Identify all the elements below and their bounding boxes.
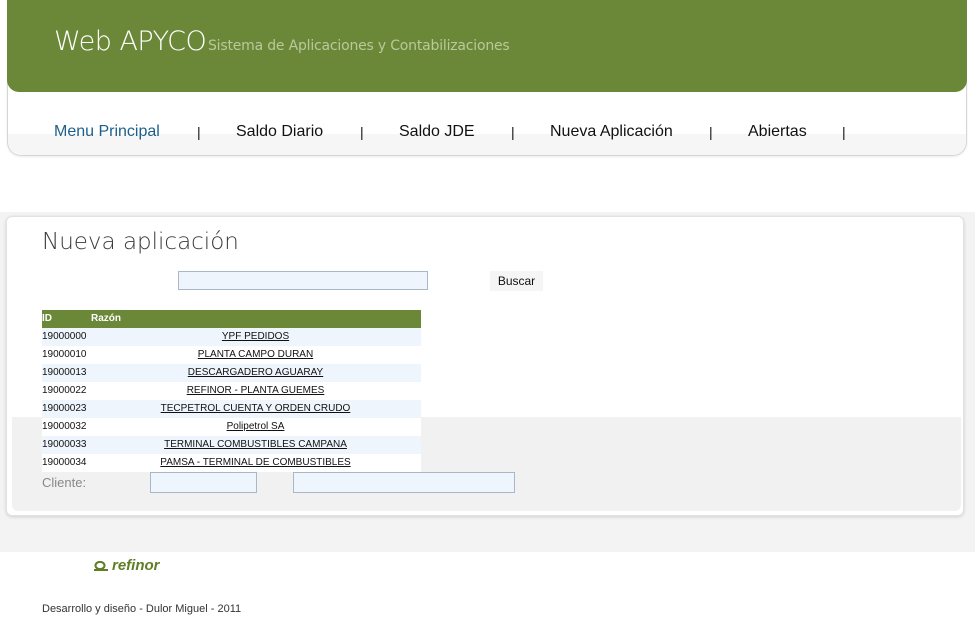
row-name-link[interactable]: REFINOR - PLANTA GUEMES bbox=[90, 385, 421, 396]
row-id: 19000022 bbox=[42, 385, 87, 396]
search-button[interactable]: Buscar bbox=[490, 271, 543, 291]
nav-separator: | bbox=[511, 124, 515, 140]
nav-nueva-aplicacion[interactable]: Nueva Aplicación bbox=[550, 123, 673, 141]
nav-saldo-diario[interactable]: Saldo Diario bbox=[236, 123, 323, 141]
table-row: 19000013 DESCARGADERO AGUARAY bbox=[42, 364, 421, 382]
nav-saldo-jde[interactable]: Saldo JDE bbox=[399, 123, 475, 141]
row-id: 19000033 bbox=[42, 439, 87, 450]
nav-separator: | bbox=[360, 124, 364, 140]
nav-menu-principal[interactable]: Menu Principal bbox=[54, 123, 160, 141]
nav-separator: | bbox=[197, 124, 201, 140]
row-name-link[interactable]: DESCARGADERO AGUARAY bbox=[90, 367, 421, 378]
table-row: 19000023 TECPETROL CUENTA Y ORDEN CRUDO bbox=[42, 400, 421, 418]
table-row: 19000032 Polipetrol SA bbox=[42, 418, 421, 436]
app-subtitle: Sistema de Aplicaciones y Contabilizacio… bbox=[208, 38, 510, 54]
table-row: 19000022 REFINOR - PLANTA GUEMES bbox=[42, 382, 421, 400]
app-header: Web APYCO Sistema de Aplicaciones y Cont… bbox=[7, 0, 967, 92]
page-title: Nueva aplicación bbox=[42, 229, 239, 255]
refinor-logo-icon bbox=[94, 561, 108, 571]
row-name-link[interactable]: TERMINAL COMBUSTIBLES CAMPANA bbox=[90, 439, 421, 450]
table-row: 19000000 YPF PEDIDOS bbox=[42, 328, 421, 346]
table-header: ID Razón bbox=[42, 310, 421, 328]
row-name-link[interactable]: YPF PEDIDOS bbox=[90, 331, 421, 342]
results-table: ID Razón 19000000 YPF PEDIDOS 19000010 P… bbox=[42, 310, 421, 472]
table-row: 19000033 TERMINAL COMBUSTIBLES CAMPANA bbox=[42, 436, 421, 454]
row-name-link[interactable]: TECPETROL CUENTA Y ORDEN CRUDO bbox=[90, 403, 421, 414]
logo-text: refinor bbox=[112, 557, 160, 574]
nav-separator: | bbox=[709, 124, 713, 140]
row-name-link[interactable]: PLANTA CAMPO DURAN bbox=[90, 349, 421, 360]
row-id: 19000010 bbox=[42, 349, 87, 360]
app-title: Web APYCO bbox=[54, 26, 207, 57]
row-id: 19000000 bbox=[42, 331, 87, 342]
nav-abiertas[interactable]: Abiertas bbox=[748, 123, 807, 141]
row-id: 19000023 bbox=[42, 403, 87, 414]
row-name-link[interactable]: Polipetrol SA bbox=[90, 421, 421, 432]
cliente-code-field[interactable] bbox=[150, 472, 257, 493]
footer-credit: Desarrollo y diseño - Dulor Miguel - 201… bbox=[42, 603, 242, 615]
table-row: 19000034 PAMSA - TERMINAL DE COMBUSTIBLE… bbox=[42, 454, 421, 472]
cliente-name-field[interactable] bbox=[293, 472, 515, 493]
row-id: 19000034 bbox=[42, 457, 87, 468]
nav-separator: | bbox=[842, 124, 846, 140]
row-id: 19000032 bbox=[42, 421, 87, 432]
cliente-label: Cliente: bbox=[42, 475, 87, 490]
row-name-link[interactable]: PAMSA - TERMINAL DE COMBUSTIBLES bbox=[90, 457, 421, 468]
row-id: 19000013 bbox=[42, 367, 87, 378]
column-header-razon: Razón bbox=[91, 313, 121, 324]
search-input[interactable] bbox=[178, 271, 428, 290]
table-row: 19000010 PLANTA CAMPO DURAN bbox=[42, 346, 421, 364]
column-header-id: ID bbox=[42, 313, 52, 324]
